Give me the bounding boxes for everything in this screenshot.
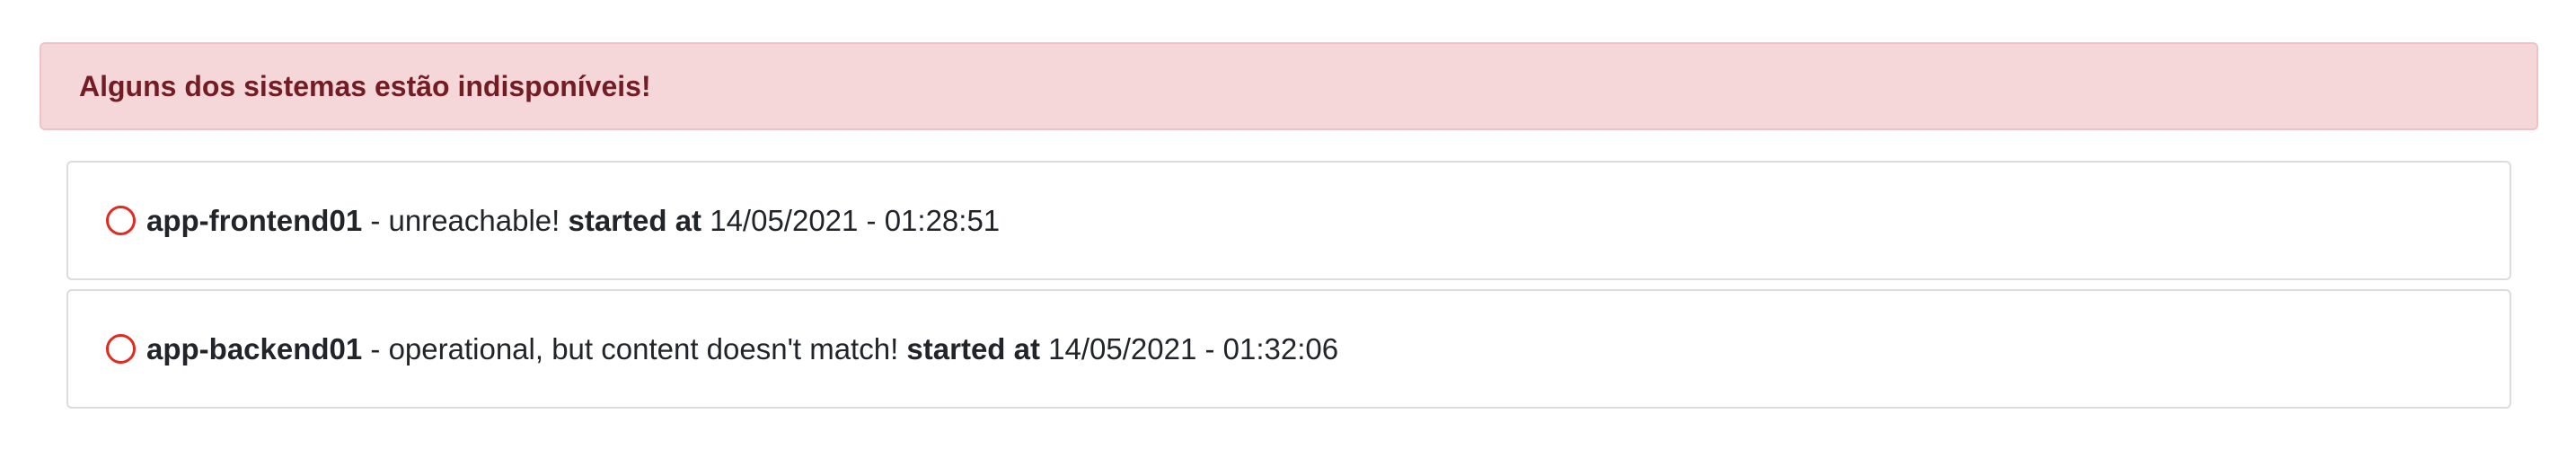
incident-text: app-backend01 - operational, but content… [146, 332, 1338, 366]
status-page: Alguns dos sistemas estão indisponíveis!… [0, 0, 2576, 458]
incident-text: app-frontend01 - unreachable! started at… [146, 204, 1000, 238]
started-time: 14/05/2021 - 01:28:51 [701, 203, 1001, 237]
incident-status: - operational, but content doesn't match… [362, 331, 907, 366]
started-label: started at [906, 331, 1040, 366]
incident-list: app-frontend01 - unreachable! started at… [66, 161, 2511, 418]
outage-alert: Alguns dos sistemas estão indisponíveis! [40, 42, 2538, 130]
incident-status: - unreachable! [362, 203, 569, 237]
incident-item: app-frontend01 - unreachable! started at… [66, 161, 2511, 280]
started-time: 14/05/2021 - 01:32:06 [1039, 331, 1339, 366]
started-label: started at [568, 203, 702, 237]
empty-circle-icon [106, 206, 136, 235]
alert-message: Alguns dos sistemas estão indisponíveis! [79, 69, 651, 102]
empty-circle-icon [106, 334, 136, 364]
incident-name: app-backend01 [146, 331, 363, 366]
incident-item: app-backend01 - operational, but content… [66, 289, 2511, 409]
incident-name: app-frontend01 [146, 203, 363, 237]
